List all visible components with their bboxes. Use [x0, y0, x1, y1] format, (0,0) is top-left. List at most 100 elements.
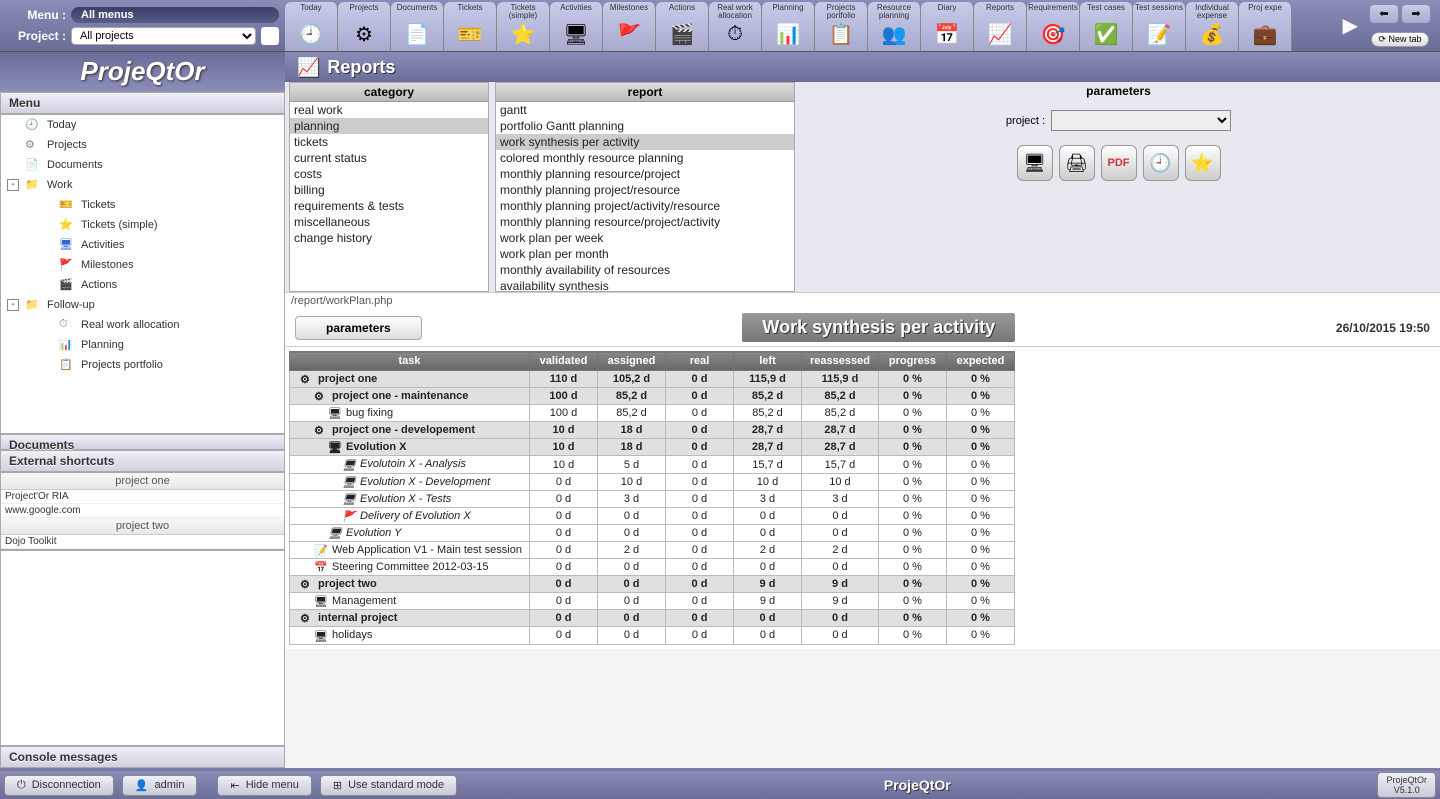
nav-item-icon: 🎬 [59, 278, 75, 292]
tab-documents[interactable]: Documents📄 [391, 2, 444, 51]
nav-forward-icon[interactable]: ➡ [1402, 5, 1430, 23]
row-type-icon: 🖥 [314, 630, 328, 642]
shortcut-link[interactable]: Project'Or RIA [1, 490, 284, 504]
sidebar-item-activities[interactable]: 🖥Activities [1, 235, 284, 255]
shortcut-link[interactable]: Dojo Toolkit [1, 535, 284, 549]
favorite-report-icon[interactable]: ⭐ [1185, 145, 1221, 181]
category-option[interactable]: requirements & tests [290, 198, 488, 214]
shortcuts-panel-header[interactable]: External shortcuts [0, 450, 285, 472]
expand-icon[interactable]: - [7, 299, 19, 311]
tab-test-cases[interactable]: Test cases✅ [1080, 2, 1133, 51]
hide-menu-button[interactable]: ⇤Hide menu [217, 775, 311, 796]
nav-item-icon: ⚙ [25, 138, 41, 152]
proj-expe-icon: 💼 [1249, 20, 1281, 48]
sidebar-item-today[interactable]: 🕘Today [1, 115, 284, 135]
tab-actions[interactable]: Actions🎬 [656, 2, 709, 51]
layout-icon: ⊞ [333, 779, 342, 792]
report-option[interactable]: work plan per month [496, 246, 794, 262]
tab-requirements[interactable]: Requirements🎯 [1027, 2, 1080, 51]
row-type-icon: 📅 [314, 561, 328, 573]
menu-selector[interactable]: All menus [71, 7, 279, 23]
shortcut-group: project one [1, 473, 284, 490]
category-option[interactable]: planning [290, 118, 488, 134]
tab-individual-expense[interactable]: Individual expense💰 [1186, 2, 1239, 51]
tab-milestones[interactable]: Milestones🚩 [603, 2, 656, 51]
view-report-icon[interactable]: 🖥 [1017, 145, 1053, 181]
tab-real-work-allocation[interactable]: Real work allocation⏱ [709, 2, 762, 51]
documents-icon: 📄 [401, 20, 433, 48]
report-list[interactable]: ganttportfolio Gantt planningwork synthe… [496, 102, 794, 291]
table-row: ⚙internal project0 d0 d0 d0 d0 d0 %0 % [290, 610, 1015, 627]
tab-resource-planning[interactable]: Resource planning👥 [868, 2, 921, 51]
report-option[interactable]: portfolio Gantt planning [496, 118, 794, 134]
table-row: 📅Steering Committee 2012-03-150 d0 d0 d0… [290, 559, 1015, 576]
report-option[interactable]: work plan per week [496, 230, 794, 246]
documents-panel-header[interactable]: Documents [0, 434, 285, 450]
nav-tree[interactable]: 🕘Today⚙Projects📄Documents-📁Work🎫Tickets⭐… [0, 114, 285, 434]
sidebar-item-projects[interactable]: ⚙Projects [1, 135, 284, 155]
report-option[interactable]: gantt [496, 102, 794, 118]
tab-tickets[interactable]: Tickets🎫 [444, 2, 497, 51]
category-list[interactable]: real workplanningticketscurrent statusco… [290, 102, 488, 291]
user-button[interactable]: 👤admin [122, 775, 198, 796]
tab-tickets-(simple)[interactable]: Tickets (simple)⭐ [497, 2, 550, 51]
shortcuts-panel: project one Project'Or RIA www.google.co… [0, 472, 285, 550]
report-option[interactable]: colored monthly resource planning [496, 150, 794, 166]
table-row: 🖥holidays0 d0 d0 d0 d0 d0 %0 % [290, 627, 1015, 644]
table-row: 🖥Evolutoin X - Analysis10 d5 d0 d15,7 d1… [290, 456, 1015, 473]
standard-mode-button[interactable]: ⊞Use standard mode [320, 775, 457, 796]
report-option[interactable]: monthly planning project/resource [496, 182, 794, 198]
tab-diary[interactable]: Diary📅 [921, 2, 974, 51]
category-option[interactable]: costs [290, 166, 488, 182]
nav-item-icon: 🎫 [59, 198, 75, 212]
sidebar-item-actions[interactable]: 🎬Actions [1, 275, 284, 295]
tab-today[interactable]: Today🕘 [285, 2, 338, 51]
sidebar-item-projects-portfolio[interactable]: 📋Projects portfolio [1, 355, 284, 375]
sidebar-item-planning[interactable]: 📊Planning [1, 335, 284, 355]
sidebar-item-documents[interactable]: 📄Documents [1, 155, 284, 175]
table-row: 📝Web Application V1 - Main test session0… [290, 541, 1015, 558]
nav-back-icon[interactable]: ⬅ [1370, 5, 1398, 23]
expand-icon[interactable]: - [7, 179, 19, 191]
edit-project-icon[interactable] [261, 27, 279, 45]
disconnect-button[interactable]: ⏻Disconnection [4, 775, 114, 796]
category-option[interactable]: miscellaneous [290, 214, 488, 230]
sidebar-item-follow-up[interactable]: -📁Follow-up [1, 295, 284, 315]
sidebar-item-work[interactable]: -📁Work [1, 175, 284, 195]
pdf-export-icon[interactable]: PDF [1101, 145, 1137, 181]
tab-projects[interactable]: Projects⚙ [338, 2, 391, 51]
project-selector[interactable]: All projects [71, 27, 256, 45]
console-panel-header[interactable]: Console messages [0, 746, 285, 768]
category-option[interactable]: billing [290, 182, 488, 198]
print-report-icon[interactable]: 🖨 [1059, 145, 1095, 181]
new-tab-button[interactable]: ⟳ New tab [1371, 32, 1428, 47]
sidebar-item-real-work-allocation[interactable]: ⏱Real work allocation [1, 315, 284, 335]
category-option[interactable]: change history [290, 230, 488, 246]
tabs-overflow-icon[interactable]: ▶ [1341, 0, 1360, 51]
sidebar-item-tickets-(simple)[interactable]: ⭐Tickets (simple) [1, 215, 284, 235]
sidebar-item-milestones[interactable]: 🚩Milestones [1, 255, 284, 275]
category-option[interactable]: real work [290, 102, 488, 118]
report-option[interactable]: monthly planning project/activity/resour… [496, 198, 794, 214]
parameters-tab[interactable]: parameters [295, 316, 422, 340]
sidebar-item-tickets[interactable]: 🎫Tickets [1, 195, 284, 215]
category-option[interactable]: current status [290, 150, 488, 166]
tab-planning[interactable]: Planning📊 [762, 2, 815, 51]
report-option[interactable]: availability synthesis [496, 278, 794, 291]
category-option[interactable]: tickets [290, 134, 488, 150]
tab-test-sessions[interactable]: Test sessions📝 [1133, 2, 1186, 51]
shortcut-link[interactable]: www.google.com [1, 504, 284, 518]
param-project-select[interactable] [1051, 110, 1231, 131]
report-option[interactable]: monthly availability of resources [496, 262, 794, 278]
tab-projects-portfolio[interactable]: Projects portfolio📋 [815, 2, 868, 51]
today-report-icon[interactable]: 🕘 [1143, 145, 1179, 181]
tab-reports[interactable]: Reports📈 [974, 2, 1027, 51]
report-option[interactable]: monthly planning resource/project/activi… [496, 214, 794, 230]
report-option[interactable]: monthly planning resource/project [496, 166, 794, 182]
report-option[interactable]: work synthesis per activity [496, 134, 794, 150]
tab-activities[interactable]: Activities🖥 [550, 2, 603, 51]
top-left-selectors: Menu : All menus Project : All projects [0, 0, 285, 51]
tab-proj-expe[interactable]: Proj expe💼 [1239, 2, 1292, 51]
parameters-box: parameters project : 🖥 🖨 PDF 🕘 ⭐ [801, 82, 1436, 292]
row-type-icon: ⚙ [300, 373, 314, 385]
